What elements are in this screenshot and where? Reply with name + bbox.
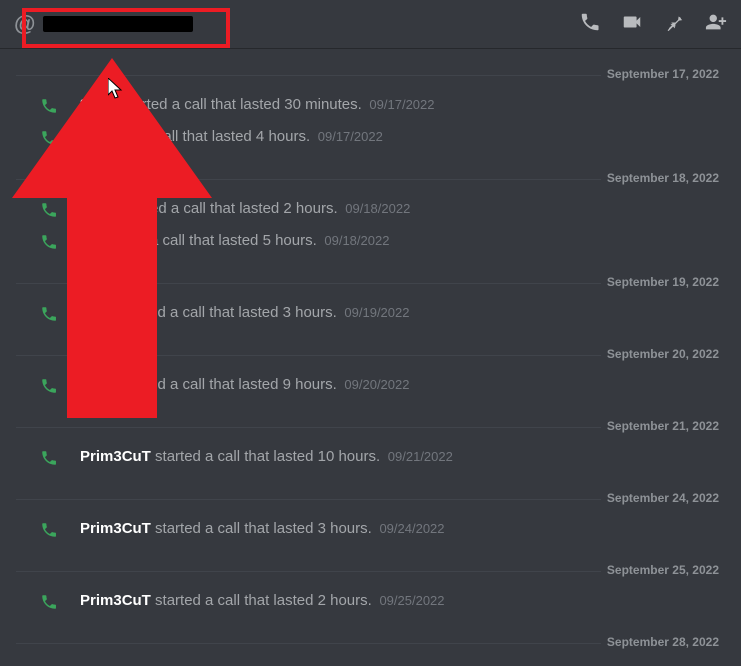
call-description: started a call that lasted 3 hours. [151,520,372,537]
call-date: 09/18/2022 [321,233,390,248]
date-divider-text: September 21, 2022 [601,419,725,433]
date-divider: September 28, 2022 [16,635,725,651]
toolbar [579,11,727,38]
date-divider-text: September 17, 2022 [601,67,725,81]
phone-icon [40,233,58,257]
call-event-row: ed a call that lasted 2 hours. 09/18/202… [0,193,741,225]
call-date: 09/18/2022 [342,201,411,216]
add-friends-icon[interactable] [705,11,727,38]
call-date: 09/21/2022 [384,449,453,464]
phone-icon [40,449,58,473]
date-divider: September 25, 2022 [16,563,725,579]
call-date: 09/24/2022 [376,521,445,536]
call-description: started a call that lasted 4 hours. [89,128,310,145]
messages-pane: September 17, 2022 3CuT started a call th… [0,67,741,666]
date-divider-text: September 19, 2022 [601,275,725,289]
date-divider-text: September 28, 2022 [601,635,725,649]
call-event-row: Prim3CuT started a call that lasted 10 h… [0,441,741,473]
call-event-row: T started a call that lasted 4 hours. 09… [0,121,741,153]
call-description: a call that lasted 5 hours. [150,232,317,249]
call-event-text: 3CuT started a call that lasted 30 minut… [80,95,435,115]
date-divider-text: September 18, 2022 [601,171,725,185]
date-divider: September 24, 2022 [16,491,725,507]
call-description: ed a call that lasted 2 hours. [150,200,338,217]
call-description: started a call that lasted 9 hours. [120,376,337,393]
call-description: started a call that lasted 30 minutes. [118,96,362,113]
call-event-text: Prim3CuT started a call that lasted 2 ho… [80,591,445,611]
call-event-text: Prim3CuT started a call that lasted 10 h… [80,447,453,467]
call-event-text: a call that lasted 5 hours. 09/18/2022 [150,231,389,251]
phone-icon [40,521,58,545]
phone-icon [40,593,58,617]
call-event-text: Prim3CuT started a call that lasted 3 ho… [80,519,445,539]
call-description: started a call that lasted 3 hours. [120,304,337,321]
dm-header: @ [0,0,741,49]
date-divider: September 18, 2022 [16,171,725,187]
date-divider-text: September 24, 2022 [601,491,725,505]
at-icon: @ [14,11,35,37]
date-divider: September 19, 2022 [16,275,725,291]
caller-name: 3CuT [80,96,118,113]
start-voice-call-icon[interactable] [579,11,601,38]
call-event-row: Prim3CuT started a call that lasted 2 ho… [0,585,741,617]
caller-name: Prim3CuT [80,592,151,609]
call-event-row: Prim3CuT started a call that lasted 3 ho… [0,513,741,545]
call-date: 09/17/2022 [366,97,435,112]
date-divider-text: September 25, 2022 [601,563,725,577]
date-divider: September 17, 2022 [16,67,725,83]
date-divider: September 20, 2022 [16,347,725,363]
phone-icon [40,129,58,153]
call-event-text: ed a call that lasted 2 hours. 09/18/202… [150,199,410,219]
date-divider-text: September 20, 2022 [601,347,725,361]
caller-name: T [80,128,89,145]
caller-name: Prim3CuT [80,448,151,465]
call-event-text: started a call that lasted 3 hours. 09/1… [120,303,409,323]
call-event-row: a call that lasted 5 hours. 09/18/2022 [0,225,741,257]
caller-name: Prim3CuT [80,520,151,537]
call-event-row: 3CuT started a call that lasted 30 minut… [0,89,741,121]
pinned-messages-icon[interactable] [663,11,685,38]
call-description: started a call that lasted 10 hours. [151,448,380,465]
call-event-row: started a call that lasted 9 hours. 09/2… [0,369,741,401]
call-event-text: started a call that lasted 9 hours. 09/2… [120,375,409,395]
call-event-row: started a call that lasted 3 hours. 09/1… [0,297,741,329]
call-date: 09/20/2022 [341,377,410,392]
call-event-text: T started a call that lasted 4 hours. 09… [80,127,383,147]
call-description: started a call that lasted 2 hours. [151,592,372,609]
call-date: 09/17/2022 [314,129,383,144]
dm-username-redacted [43,16,193,32]
phone-icon [40,305,58,329]
phone-icon [40,201,58,225]
call-date: 09/25/2022 [376,593,445,608]
phone-icon [40,377,58,401]
date-divider: September 21, 2022 [16,419,725,435]
start-video-call-icon[interactable] [621,11,643,38]
phone-icon [40,97,58,121]
call-date: 09/19/2022 [341,305,410,320]
